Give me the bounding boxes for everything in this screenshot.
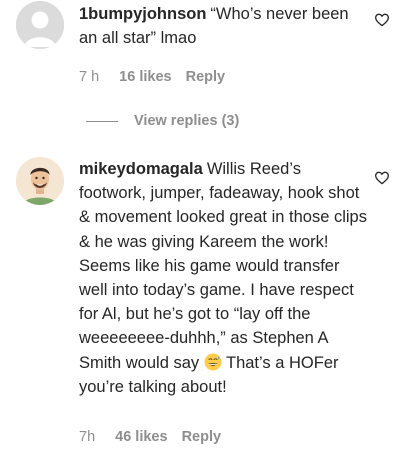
comment-1-body: 1bumpyjohnson “Who’s never been an all st… [79, 2, 369, 50]
comment-1-likes[interactable]: 16 likes [119, 69, 171, 85]
comment-1-meta: 7 h 16 likes Reply [79, 69, 225, 85]
comment-2-likes[interactable]: 46 likes [115, 429, 167, 445]
comment-2-meta: 7h 46 likes Reply [79, 429, 221, 445]
comment-2-body: mikeydomagala Willis Reed’s footwork, jum… [79, 157, 369, 399]
avatar-mikeydomagala[interactable] [16, 157, 64, 205]
heart-outline-icon[interactable] [374, 170, 390, 186]
view-replies-label: View replies (3) [134, 113, 240, 129]
comment-1-time: 7 h [79, 69, 100, 85]
grinning-sweat-emoji-icon [204, 353, 222, 371]
default-avatar-icon [16, 1, 64, 49]
profile-avatar-icon [16, 157, 64, 205]
view-replies-button[interactable]: View replies (3) [86, 113, 239, 129]
comment-2-text: Willis Reed’s footwork, jumper, fadeaway… [79, 160, 367, 372]
comment-1-reply-button[interactable]: Reply [186, 69, 226, 85]
view-replies-divider [86, 120, 118, 122]
comment-2-username[interactable]: mikeydomagala [79, 160, 203, 178]
avatar-1bumpyjohnson[interactable] [16, 1, 64, 49]
comment-2-reply-button[interactable]: Reply [182, 429, 222, 445]
comment-2-time: 7h [79, 429, 96, 445]
heart-outline-icon[interactable] [374, 12, 390, 28]
comment-1-username[interactable]: 1bumpyjohnson [79, 5, 206, 23]
